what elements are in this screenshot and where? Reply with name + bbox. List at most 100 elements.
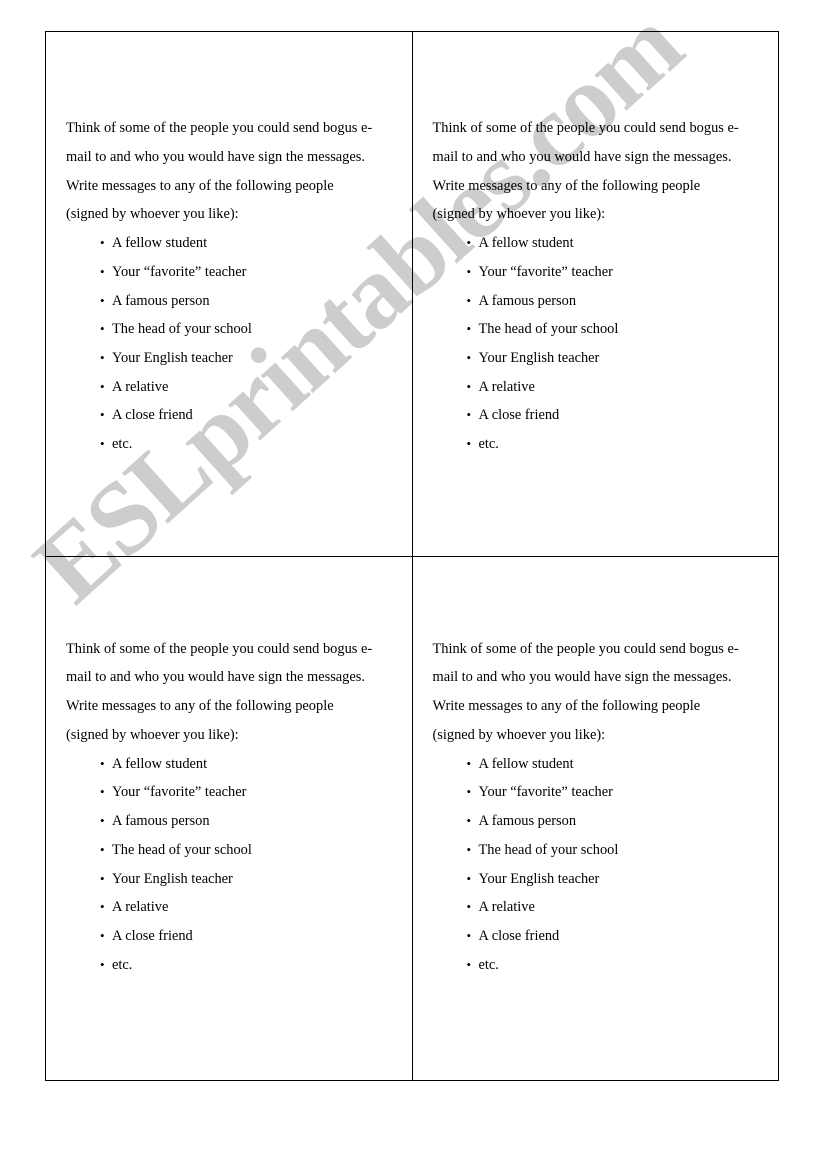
list-item: • The head of your school	[467, 836, 767, 865]
bullet-icon: •	[466, 321, 472, 337]
bullet-icon: •	[100, 927, 105, 943]
bullet-icon: •	[100, 407, 105, 423]
list-item: • Your “favorite” teacher	[100, 258, 400, 287]
list-item-label: A fellow student	[112, 235, 208, 252]
list-item: • Your “favorite” teacher	[100, 778, 400, 807]
list-item-label: etc.	[112, 956, 133, 973]
list-item: • A relative	[100, 373, 400, 402]
list-item: • A famous person	[100, 807, 400, 836]
worksheet-grid: Think of some of the people you could se…	[45, 31, 779, 1081]
list-item-label: A close friend	[478, 407, 560, 424]
list-item-label: A fellow student	[478, 755, 574, 772]
people-list: • A fellow student • Your “favorite” teach…	[66, 229, 400, 459]
bullet-icon: •	[466, 292, 472, 308]
bullet-icon: •	[466, 350, 472, 365]
list-item-label: A famous person	[478, 292, 577, 309]
list-item: • A close friend	[467, 922, 767, 951]
bullet-icon: •	[100, 350, 105, 365]
worksheet-row-bottom: Think of some of the people you could se…	[45, 555, 779, 1081]
list-item: • A fellow student	[467, 229, 767, 258]
list-item: • A relative	[467, 893, 767, 922]
list-item: • A close friend	[100, 401, 400, 430]
list-item: • A famous person	[100, 287, 400, 316]
list-item: • etc.	[100, 951, 400, 980]
bullet-icon: •	[466, 407, 472, 423]
bullet-icon: •	[466, 755, 472, 771]
list-item: • etc.	[100, 430, 400, 459]
bullet-icon: •	[100, 235, 105, 251]
bullet-icon: •	[466, 813, 472, 829]
bullet-icon: •	[100, 784, 105, 800]
list-item-label: Your “favorite” teacher	[478, 263, 613, 280]
list-item-label: A relative	[478, 899, 535, 916]
worksheet-row-top: Think of some of the people you could se…	[45, 31, 779, 557]
list-item: • A relative	[100, 893, 400, 922]
list-item: • etc.	[467, 951, 767, 980]
bullet-icon: •	[100, 292, 105, 308]
bullet-icon: •	[466, 927, 472, 943]
bullet-icon: •	[466, 899, 472, 915]
bullet-icon: •	[100, 813, 105, 829]
people-list: • A fellow student • Your “favorite” teach…	[66, 750, 400, 980]
bullet-icon: •	[100, 378, 105, 394]
card-prompt: Think of some of the people you could se…	[432, 120, 739, 223]
list-item-label: etc.	[112, 436, 133, 453]
bullet-icon: •	[466, 378, 472, 394]
list-item: • The head of your school	[100, 836, 400, 865]
bullet-icon: •	[466, 235, 472, 251]
people-list: • A fellow student • Your “favorite” teach…	[433, 750, 767, 980]
card-content: Think of some of the people you could se…	[46, 557, 412, 990]
list-item-label: A relative	[478, 378, 535, 395]
bullet-icon: •	[100, 841, 105, 857]
list-item-label: The head of your school	[478, 321, 619, 338]
card-content: Think of some of the people you could se…	[413, 557, 779, 990]
list-item-label: A relative	[112, 899, 169, 916]
list-item-label: etc.	[478, 436, 499, 453]
list-item-label: Your English teacher	[478, 870, 600, 887]
list-item-label: A fellow student	[478, 235, 574, 252]
people-list: • A fellow student • Your “favorite” teach…	[433, 229, 767, 459]
list-item-label: A close friend	[112, 407, 193, 424]
list-item: • Your English teacher	[467, 865, 767, 894]
worksheet-cell-top-left: Think of some of the people you could se…	[45, 31, 413, 557]
bullet-icon: •	[100, 755, 105, 771]
list-item-label: The head of your school	[112, 841, 252, 858]
list-item: • Your English teacher	[100, 344, 400, 373]
bullet-icon: •	[466, 841, 472, 857]
list-item-label: A close friend	[112, 927, 193, 944]
list-item: • Your “favorite” teacher	[467, 778, 767, 807]
bullet-icon: •	[466, 870, 472, 886]
list-item-label: A famous person	[112, 292, 210, 309]
list-item: • Your “favorite” teacher	[467, 258, 767, 287]
bullet-icon: •	[466, 956, 472, 972]
bullet-icon: •	[466, 436, 472, 452]
list-item-label: Your “favorite” teacher	[478, 784, 613, 801]
bullet-icon: •	[100, 321, 105, 337]
worksheet-cell-bottom-right: Think of some of the people you could se…	[411, 555, 779, 1081]
worksheet-cell-top-right: Think of some of the people you could se…	[411, 31, 779, 557]
card-prompt: Think of some of the people you could se…	[66, 120, 373, 223]
list-item-label: Your “favorite” teacher	[112, 263, 247, 280]
list-item: • A relative	[467, 373, 767, 402]
list-item: • A fellow student	[100, 750, 400, 779]
list-item-label: Your English teacher	[112, 870, 233, 887]
list-item-label: A fellow student	[112, 755, 208, 772]
list-item: • Your English teacher	[100, 865, 400, 894]
card-prompt: Think of some of the people you could se…	[432, 640, 739, 743]
bullet-icon: •	[100, 899, 105, 915]
list-item-label: Your “favorite” teacher	[112, 784, 247, 801]
worksheet-cell-bottom-left: Think of some of the people you could se…	[45, 555, 413, 1081]
list-item: • A close friend	[467, 401, 767, 430]
list-item: • Your English teacher	[467, 344, 767, 373]
card-prompt: Think of some of the people you could se…	[66, 640, 373, 743]
bullet-icon: •	[100, 870, 105, 886]
list-item: • A famous person	[467, 807, 767, 836]
list-item-label: A famous person	[112, 813, 210, 830]
list-item-label: etc.	[478, 956, 499, 973]
list-item: • A close friend	[100, 922, 400, 951]
list-item-label: The head of your school	[112, 321, 252, 338]
list-item: • The head of your school	[100, 315, 400, 344]
list-item-label: A close friend	[478, 927, 560, 944]
list-item-label: Your English teacher	[478, 350, 600, 366]
card-content: Think of some of the people you could se…	[46, 32, 412, 469]
